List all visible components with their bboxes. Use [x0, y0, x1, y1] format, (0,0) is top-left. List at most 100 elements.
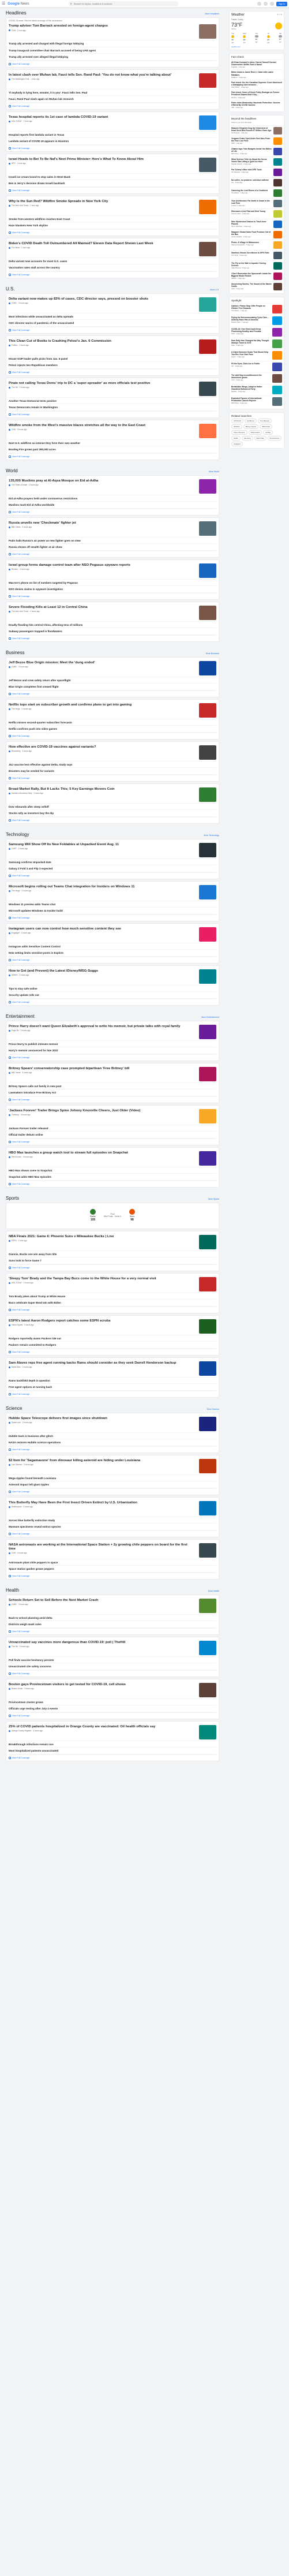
- full-coverage-link[interactable]: View Full Coverage: [9, 550, 216, 557]
- article-thumbnail[interactable]: [199, 521, 216, 536]
- sub-headline[interactable]: Lambda variant of COVID-19 appears in Ho…: [9, 140, 216, 143]
- article-headline[interactable]: NBA Finals 2021: Game 6: Phoenix Suns v …: [9, 1235, 194, 1239]
- sub-headline[interactable]: Texas Democrats remain in Washington: [9, 406, 216, 409]
- lead-article[interactable]: This Clean Cut of Books is Crashing Pelo…: [9, 338, 216, 356]
- sub-article[interactable]: Rodgers reportedly wants Packers GM out: [9, 1335, 216, 1342]
- item-headline[interactable]: Exploded Figures of International Produc…: [231, 397, 271, 402]
- item-thumbnail[interactable]: [272, 305, 282, 314]
- sub-article[interactable]: Districts weigh mask rules: [9, 1621, 216, 1628]
- more-link[interactable]: More Health: [208, 1590, 219, 1592]
- sub-article[interactable]: Free agent options at running back: [9, 1384, 216, 1391]
- lead-article[interactable]: How to Get (and Prevent) the Latest iDis…: [9, 968, 216, 985]
- full-coverage-link[interactable]: View Full Coverage: [9, 1390, 216, 1397]
- sub-article[interactable]: Rams backfield depth in question: [9, 1377, 216, 1384]
- beyond-item[interactable]: Far Colony's Blue Islet DPD Tools Ars Tec…: [231, 167, 282, 177]
- sub-article[interactable]: Security update rolls out: [9, 992, 216, 999]
- section-title[interactable]: Headlines: [6, 10, 27, 16]
- fact_check-item[interactable]: Ali Khan Durranni's video: Karnet Tamuri…: [231, 59, 282, 69]
- item-headline[interactable]: COVID-19: One Shot Could Keep Flourishin…: [231, 328, 271, 333]
- sub-article[interactable]: Subway passengers trapped in floodwaters: [9, 628, 216, 635]
- article-thumbnail[interactable]: [199, 1276, 216, 1291]
- item-headline[interactable]: Photo: A Village in Midsummer: [231, 241, 272, 244]
- sub-article[interactable]: Vaccination rates stall across the count…: [9, 264, 216, 271]
- sub-headline[interactable]: Breakthrough infections remain rare: [9, 1743, 216, 1746]
- full-coverage-link[interactable]: View Full Coverage: [9, 1054, 216, 1061]
- item-thumbnail[interactable]: [272, 339, 282, 349]
- sub-article[interactable]: Provincetown cluster grows: [9, 1699, 216, 1705]
- sub-article[interactable]: Most infections while unvaccinated as de…: [9, 313, 216, 320]
- full-coverage-link[interactable]: View Full Coverage: [9, 1348, 216, 1355]
- full-coverage-link[interactable]: View Full Coverage: [9, 1180, 216, 1187]
- sub-headline[interactable]: New setting limits sensitive posts in Ex…: [9, 951, 216, 955]
- article-headline[interactable]: Wildfire smoke from the West's massive b…: [9, 424, 194, 428]
- sub-article[interactable]: Netflix confirms push into video games: [9, 726, 216, 733]
- sub-headline[interactable]: Districts weigh mask rules: [9, 1623, 216, 1626]
- full-coverage-link[interactable]: View Full Coverage: [9, 1530, 216, 1537]
- beyond-item[interactable]: Tour Architecture Far North Is Smart in …: [231, 198, 282, 208]
- full-coverage-link[interactable]: View Full Coverage: [9, 1712, 216, 1719]
- lead-article[interactable]: Hubble Space Telescope delivers first im…: [9, 1415, 216, 1433]
- full-coverage-link[interactable]: View Full Coverage: [9, 690, 216, 697]
- sub-headline[interactable]: Rodgers reportedly wants Packers GM out: [9, 1337, 216, 1341]
- sub-article[interactable]: Breakthrough infections remain rare: [9, 1741, 216, 1748]
- sub-article[interactable]: Instagram adds Sensitive Content Control: [9, 943, 216, 950]
- lead-article[interactable]: Broad Market Rally, But It Lacks This; 5…: [9, 786, 216, 804]
- sub-article[interactable]: Astronauts plant chile peppers in space: [9, 1559, 216, 1566]
- fact_check-item[interactable]: Biden deals to Jamie Rest 3. Claim with …: [231, 69, 282, 79]
- lead-article[interactable]: ESPN's latest Aaron Rodgers report catch…: [9, 1317, 216, 1335]
- item-thumbnail[interactable]: [273, 272, 282, 281]
- sub-article[interactable]: Hubble back in business after glitch: [9, 1433, 216, 1439]
- sub-article[interactable]: Back to school planning amid delta: [9, 1615, 216, 1621]
- lead-article[interactable]: $2 Item for 'Sagamasone' from dinosaur k…: [9, 1457, 216, 1475]
- beyond-item[interactable]: Nine Mysterious Dashes to Track Inner Pl…: [231, 219, 282, 229]
- sub-headline[interactable]: Hospital reports first lambda variant in…: [9, 133, 216, 137]
- related-chip[interactable]: Jeff Bezos: [244, 419, 257, 424]
- full-coverage-link[interactable]: View Full Coverage: [9, 1096, 216, 1103]
- sub-headline[interactable]: Tom Brady jokes about Trump at White Hou…: [9, 1295, 216, 1298]
- lead-article[interactable]: NASA astronauts are working at the Inter…: [9, 1541, 216, 1559]
- beyond-item[interactable]: Canoeing the Lost Rivers of a Continent T…: [231, 188, 282, 198]
- sub-headline[interactable]: Trump ally arrested over alleged illegal…: [9, 55, 216, 59]
- lead-article[interactable]: Pirate not calling Texas Dems' trip to D…: [9, 380, 216, 398]
- section-title[interactable]: Sports: [6, 1196, 19, 1201]
- lead-article[interactable]: Trump adviser Tom Barrack arrested on fo…: [9, 23, 216, 40]
- article-headline[interactable]: Israel group forms damage control team a…: [9, 563, 194, 568]
- article-headline[interactable]: Trump adviser Tom Barrack arrested on fo…: [9, 24, 194, 28]
- sub-headline[interactable]: Russia shows off stealth fighter at air …: [9, 546, 216, 549]
- sub-article[interactable]: House GOP leader pulls picks from Jan. 6…: [9, 356, 216, 362]
- section-title[interactable]: Entertainment: [6, 1014, 35, 1019]
- sub-headline[interactable]: Hubble back in business after glitch: [9, 1435, 216, 1438]
- sub-article[interactable]: Dow rebounds after steep selloff: [9, 804, 216, 810]
- article-thumbnail[interactable]: [199, 339, 216, 354]
- sub-headline[interactable]: Muslims mark Eid al-Adha worldwide: [9, 503, 216, 507]
- full-coverage-link[interactable]: View Full Coverage: [9, 1627, 216, 1634]
- sub-headline[interactable]: Free agent options at running back: [9, 1386, 216, 1389]
- sub-headline[interactable]: Rams backfield depth in question: [9, 1379, 216, 1383]
- item-thumbnail[interactable]: [273, 127, 282, 135]
- article-headline[interactable]: Severe Flooding Kills at Least 12 in Cen…: [9, 606, 194, 610]
- item-headline[interactable]: Opinion: Please Stop Offer People on Gen…: [231, 305, 271, 309]
- sub-headline[interactable]: HBO Max shows come to Snapchat: [9, 1169, 216, 1173]
- full-coverage-link[interactable]: View Full Coverage: [9, 368, 216, 375]
- lead-article[interactable]: In latest clash over Wuhan lab, Fauci te…: [9, 72, 216, 89]
- sub-article[interactable]: Suns look to force Game 7: [9, 1257, 216, 1264]
- sub-headline[interactable]: Fauci, Rand Paul clash again on Wuhan la…: [9, 98, 216, 101]
- related-chip[interactable]: Britney Spears: [243, 424, 259, 430]
- item-thumbnail[interactable]: [273, 241, 282, 249]
- article-thumbnail[interactable]: [199, 1024, 216, 1039]
- sub-article[interactable]: J&J vaccine less effective against Delta…: [9, 761, 216, 768]
- item-headline[interactable]: Canoeing the Lost Rivers of a Continent: [231, 189, 272, 192]
- full-coverage-link[interactable]: View Full Coverage: [9, 1446, 216, 1453]
- article-headline[interactable]: How to Get (and Prevent) the Latest iDis…: [9, 969, 194, 973]
- sign-in-button[interactable]: Sign in: [276, 1, 287, 6]
- more-link[interactable]: More Business: [206, 652, 219, 655]
- sub-article[interactable]: Lawmakers introduce Free Britney Act: [9, 1089, 216, 1096]
- sub-article[interactable]: Asteroid impact left giant ripples: [9, 1481, 216, 1488]
- sub-headline[interactable]: Israeli ice cream brand to stop sales in…: [9, 176, 216, 179]
- sub-article[interactable]: Trump ally arrested and charged with ill…: [9, 40, 216, 47]
- sub-headline[interactable]: Netflix misses second-quarter subscriber…: [9, 721, 216, 725]
- article-thumbnail[interactable]: [199, 73, 216, 88]
- sub-headline[interactable]: NASA restores Hubble science operations: [9, 1441, 216, 1444]
- lead-article[interactable]: Unvaccinated say vaccines more dangerous…: [9, 1639, 216, 1657]
- sub-article[interactable]: Tips to stay safe online: [9, 985, 216, 992]
